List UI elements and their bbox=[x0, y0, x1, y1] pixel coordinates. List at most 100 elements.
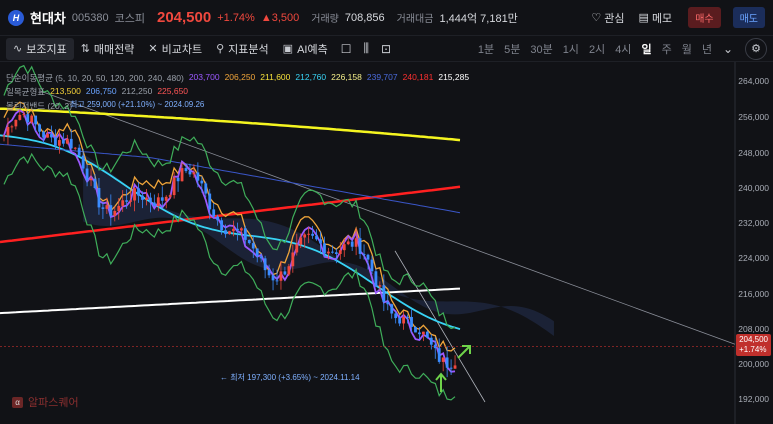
candle-body bbox=[303, 234, 307, 238]
strategy-icon: ⇅ bbox=[80, 43, 90, 55]
timeframe-30m[interactable]: 30분 bbox=[525, 41, 557, 57]
legend-sma-240: 240,181 bbox=[402, 72, 434, 82]
candle-type-icon[interactable]: ⫼ bbox=[357, 41, 375, 56]
gear-icon[interactable]: ⚙ bbox=[745, 37, 767, 60]
candle-body bbox=[429, 337, 433, 345]
candle-body bbox=[14, 119, 18, 127]
candle-body bbox=[168, 195, 172, 197]
candle-body bbox=[117, 205, 121, 211]
timeframe-2h[interactable]: 2시 bbox=[584, 41, 610, 57]
candle-body bbox=[263, 258, 267, 271]
candle-body bbox=[406, 316, 409, 318]
candle-body bbox=[93, 178, 97, 188]
change-percent: +1.74% bbox=[217, 11, 255, 24]
candle-body bbox=[327, 251, 330, 254]
candle-body bbox=[26, 114, 30, 123]
timeframe-day[interactable]: 일 bbox=[636, 41, 656, 57]
candle-body bbox=[192, 172, 196, 175]
top-bar: H 현대차 005380 코스피 204,500 +1.74% ▲3,500 거… bbox=[0, 0, 773, 36]
candle-body bbox=[81, 155, 85, 169]
favorite-button[interactable]: ♡ 관심 bbox=[591, 10, 624, 26]
candle-body bbox=[50, 134, 53, 138]
candle-body bbox=[30, 115, 34, 123]
candle-body bbox=[271, 275, 275, 281]
tool-strategy[interactable]: ⇅ 매매전략 bbox=[74, 38, 142, 60]
candle-body bbox=[125, 200, 129, 202]
candle-body bbox=[105, 205, 109, 209]
buy-button[interactable]: 매수 bbox=[688, 7, 721, 28]
tool-label: 보조지표 bbox=[26, 43, 67, 56]
candle-body bbox=[421, 331, 425, 335]
sell-button[interactable]: 매도 bbox=[732, 7, 765, 28]
timeframe-week[interactable]: 주 bbox=[657, 41, 677, 57]
candle-body bbox=[196, 172, 200, 181]
candle-body bbox=[315, 235, 318, 240]
price-tag-pct: +1.74% bbox=[739, 345, 767, 354]
tool-compare[interactable]: ✕ 비교차트 bbox=[141, 38, 209, 60]
y-tick: 200,000 bbox=[738, 359, 769, 369]
timeframe-1m[interactable]: 1분 bbox=[473, 41, 499, 57]
candle-body bbox=[437, 348, 441, 362]
y-tick: 224,000 bbox=[738, 253, 769, 263]
hyundai-logo-icon: H bbox=[8, 9, 24, 26]
camera-icon[interactable]: ⊡ bbox=[375, 42, 397, 56]
candle-body bbox=[200, 180, 204, 184]
memo-button[interactable]: ▤ 메모 bbox=[639, 10, 673, 26]
price-chart[interactable]: 단순이동평균 (5, 10, 20, 50, 120, 200, 240, 48… bbox=[0, 62, 773, 424]
candle-body bbox=[121, 200, 125, 206]
legend-sma-120: 226,158 bbox=[331, 72, 362, 82]
candle-body bbox=[354, 238, 358, 247]
timeframe-4h[interactable]: 4시 bbox=[610, 41, 636, 57]
timeframe-month[interactable]: 월 bbox=[677, 41, 697, 57]
legend-sma-20: 211,600 bbox=[260, 72, 291, 82]
candle-body bbox=[2, 135, 6, 137]
candle-body bbox=[236, 228, 239, 231]
candle-body bbox=[180, 168, 184, 182]
memo-label: 메모 bbox=[651, 12, 673, 25]
candle-body bbox=[259, 256, 263, 259]
bollinger-lower bbox=[3, 152, 456, 401]
candle-body bbox=[330, 251, 334, 253]
timeframe-1h[interactable]: 1시 bbox=[558, 41, 584, 57]
tool-analysis[interactable]: ⚲ 지표분석 bbox=[209, 38, 276, 60]
candle-body bbox=[73, 147, 77, 149]
tool-indicators[interactable]: ∿ 보조지표 bbox=[6, 37, 74, 60]
candle-body bbox=[141, 195, 144, 200]
chevron-down-icon[interactable]: ⌄ bbox=[717, 42, 739, 56]
candle-body bbox=[10, 126, 14, 128]
candle-body bbox=[410, 317, 413, 327]
volume-label: 거래량 bbox=[311, 14, 339, 25]
y-tick: 256,000 bbox=[738, 112, 769, 122]
y-tick: 208,000 bbox=[738, 324, 769, 334]
tool-ai[interactable]: ▣ AI예측 bbox=[276, 38, 335, 60]
candle-body bbox=[279, 271, 283, 281]
timeframe-year[interactable]: 년 bbox=[697, 41, 717, 57]
volume-value: 708,856 bbox=[344, 11, 385, 24]
candle-body bbox=[97, 187, 101, 208]
chart-canvas[interactable] bbox=[0, 62, 773, 424]
timeframe-5m[interactable]: 5분 bbox=[499, 41, 525, 57]
price-tag-value: 204,500 bbox=[739, 335, 768, 344]
candle-body bbox=[204, 183, 208, 194]
candle-body bbox=[164, 196, 168, 201]
candle-body bbox=[228, 231, 231, 235]
y-tick: 248,000 bbox=[738, 148, 769, 158]
candle-body bbox=[145, 197, 148, 200]
candle-body bbox=[243, 228, 247, 240]
candle-body bbox=[239, 228, 243, 231]
watermark-text: 알파스퀘어 bbox=[28, 397, 79, 409]
candle-body bbox=[65, 138, 69, 144]
stock-name[interactable]: 현대차 bbox=[30, 8, 66, 27]
watermark: α 알파스퀘어 bbox=[12, 394, 79, 410]
candle-body bbox=[382, 285, 386, 302]
chart-toolbar: ∿ 보조지표 ⇅ 매매전략 ✕ 비교차트 ⚲ 지표분석 ▣ AI예측 ☐ ⫼ ⊡… bbox=[0, 36, 773, 62]
y-tick: 240,000 bbox=[738, 183, 769, 193]
legend-sma-name: 단순이동평균 (5, 10, 20, 50, 120, 200, 240, 48… bbox=[6, 73, 184, 83]
candle-body bbox=[323, 243, 326, 254]
legend-bollinger: 볼린저밴드 (20, 2) bbox=[6, 100, 72, 112]
candle-body bbox=[61, 140, 65, 144]
legend-ichimoku-3: 212,250 bbox=[121, 86, 153, 96]
candle-body bbox=[156, 197, 160, 206]
amount-value: 1,444억 7,181만 bbox=[439, 12, 518, 25]
layout-square-icon[interactable]: ☐ bbox=[335, 42, 358, 56]
